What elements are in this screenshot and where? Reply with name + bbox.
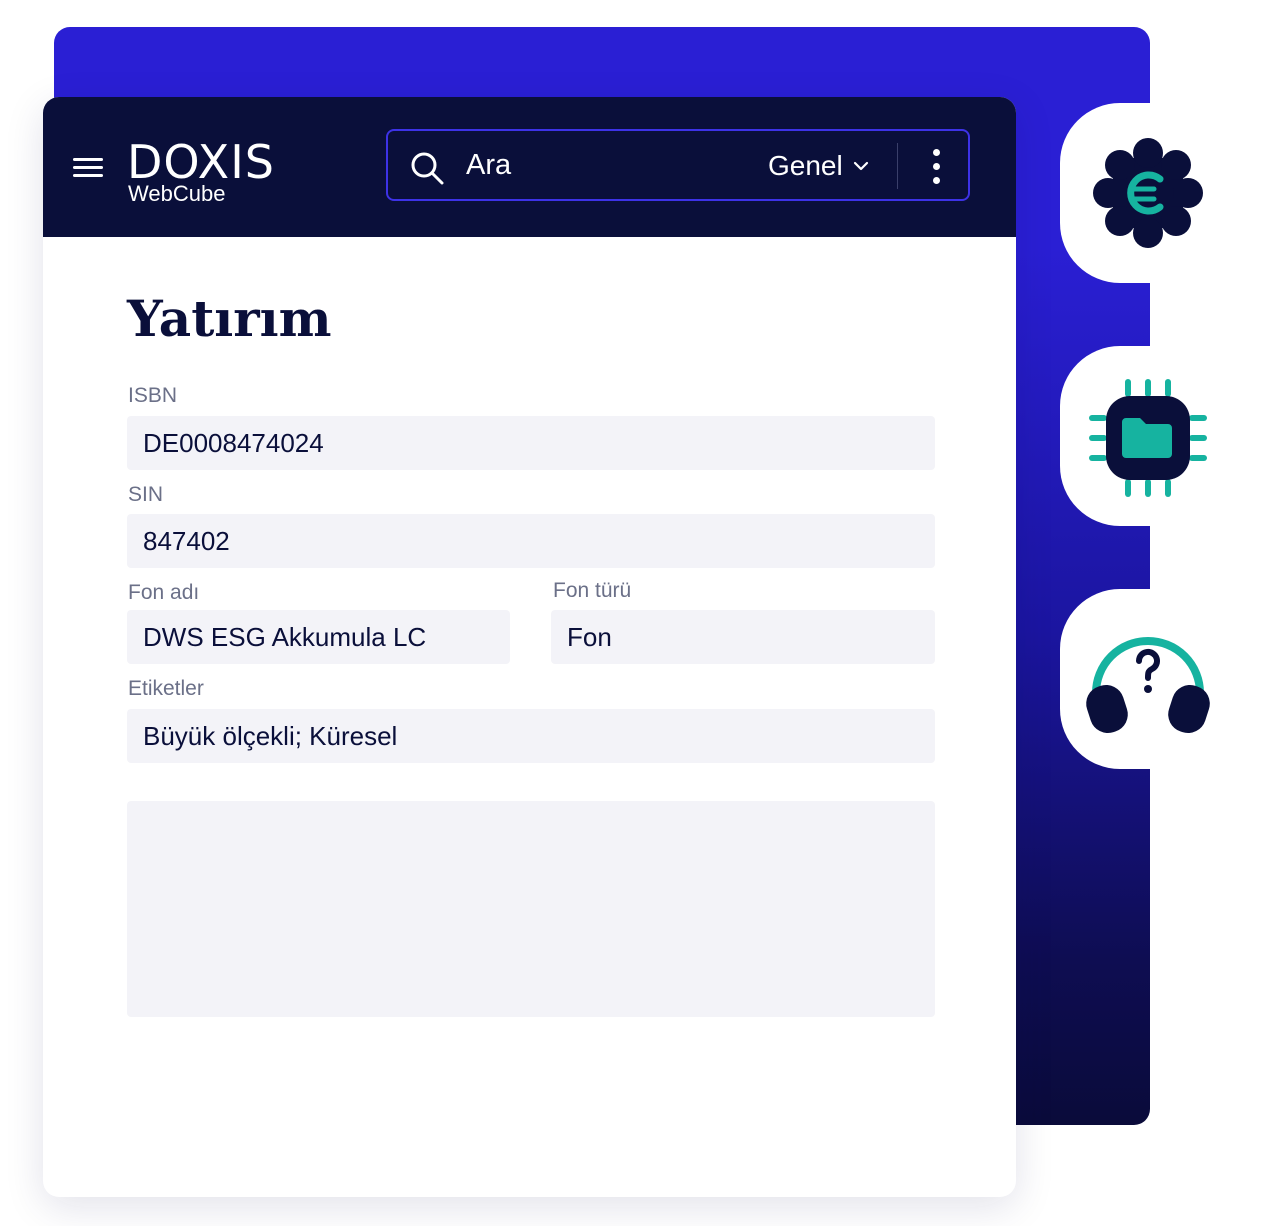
search-scope-dropdown[interactable]: Genel (768, 147, 869, 185)
hamburger-menu-icon[interactable] (73, 158, 105, 180)
fund-type-label: Fon türü (553, 579, 632, 602)
top-navigation-bar: DOXIS WebCube Genel (43, 97, 1016, 237)
finance-tile[interactable] (1060, 103, 1210, 283)
logo-subtitle: WebCube (128, 181, 226, 206)
search-icon[interactable] (410, 151, 444, 185)
fund-name-label: Fon adı (128, 581, 200, 604)
app-stage: DOXIS WebCube Genel (0, 0, 1283, 1226)
euro-gear-icon (1093, 138, 1203, 248)
tags-label: Etiketler (128, 677, 204, 700)
record-card: DOXIS WebCube Genel (43, 97, 1016, 1197)
notes-area[interactable] (127, 801, 935, 1017)
app-logo[interactable]: DOXIS WebCube (127, 137, 287, 207)
search-input[interactable] (466, 147, 746, 183)
chevron-down-icon (853, 161, 868, 171)
search-bar: Genel (386, 129, 970, 201)
isbn-field[interactable]: DE0008474024 (127, 416, 935, 470)
tags-field[interactable]: Büyük ölçekli; Küresel (127, 709, 935, 763)
search-divider (897, 143, 898, 189)
search-scope-label: Genel (768, 150, 843, 181)
support-tile[interactable] (1060, 589, 1210, 769)
isbn-label: ISBN (128, 384, 178, 407)
page-title: Yatırım (127, 289, 332, 348)
sin-label: SIN (128, 483, 164, 506)
fund-type-field[interactable]: Fon (551, 610, 935, 664)
more-options-icon[interactable] (926, 147, 946, 187)
fund-name-field[interactable]: DWS ESG Akkumula LC (127, 610, 510, 664)
logo-wordmark: DOXIS (127, 135, 275, 189)
sin-field[interactable]: 847402 (127, 514, 935, 568)
headset-question-icon (1086, 637, 1210, 734)
chip-folder-icon (1089, 379, 1207, 497)
storage-tile[interactable] (1060, 346, 1210, 526)
